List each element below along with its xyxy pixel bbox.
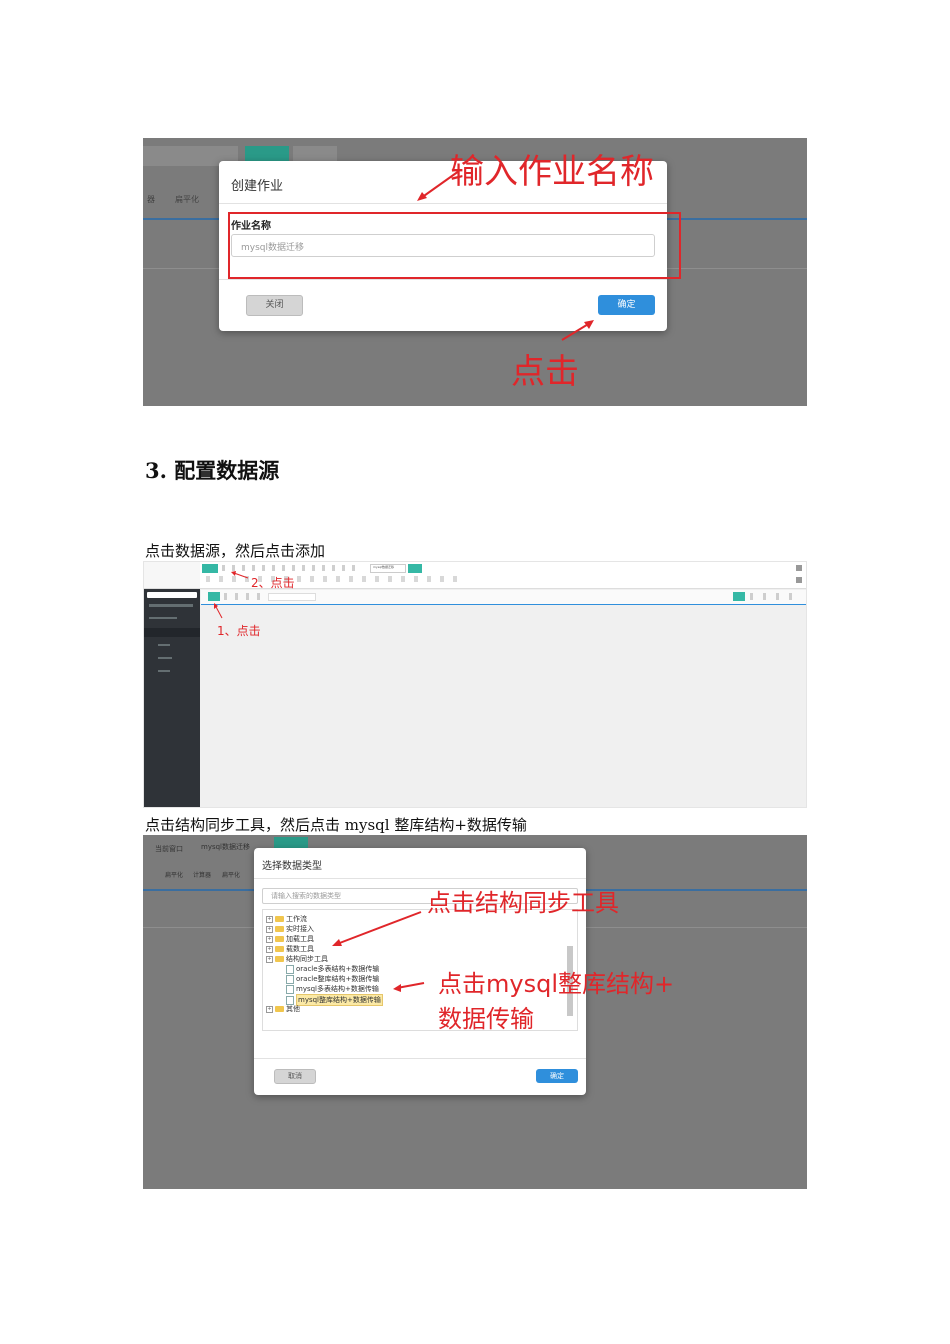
tree-item-label: mysql整库结构+数据传输 [296, 994, 383, 1006]
toolbar-tab-active[interactable] [202, 564, 218, 573]
bg-tab [293, 146, 337, 162]
folder-icon [275, 926, 284, 932]
screenshot-datasource: mysql数据迁移 1、点击 2、点击 [143, 561, 807, 808]
arrow-icon [214, 603, 223, 619]
expand-icon[interactable]: + [266, 925, 273, 933]
tree-item-label: oracle整库结构+数据传输 [296, 975, 380, 983]
annotation-click-mysql-line2: 数据传输 [438, 1005, 534, 1033]
tree-item-label: 实时接入 [286, 925, 314, 933]
tree-folder-item[interactable]: + 工作流 [266, 914, 307, 924]
expand-icon[interactable]: + [266, 935, 273, 943]
add-button[interactable] [733, 592, 745, 601]
dialog-title: 创建作业 [231, 179, 284, 194]
toolbar-icons-row [224, 593, 266, 600]
folder-icon [275, 946, 284, 952]
cancel-button[interactable]: 取消 [274, 1069, 316, 1084]
annotation-click: 点击 [511, 352, 579, 392]
tree-folder-item[interactable]: + 实时接入 [266, 924, 314, 934]
sidebar-item[interactable] [158, 644, 170, 646]
sidebar-item[interactable] [158, 657, 172, 659]
arrow-icon [332, 911, 422, 946]
dialog-footer-divider [254, 1058, 586, 1059]
tree-item-label: oracle多表结构+数据传输 [296, 965, 380, 973]
datasource-search-input[interactable] [268, 593, 316, 601]
bg-tab-label: mysql数据迁移 [201, 843, 250, 851]
bg-toolbar-label: 扁平化 [222, 872, 241, 879]
screenshot-select-type: 当前窗口 mysql数据迁移 扁平化 计算器 扁平化 选择数据类型 请输入搜索的… [143, 835, 807, 1189]
expand-icon[interactable]: + [266, 915, 273, 923]
dialog-footer-divider [219, 279, 667, 280]
sidebar [144, 589, 200, 807]
annotation-enter-job-name: 输入作业名称 [450, 152, 654, 192]
expand-icon[interactable]: + [266, 945, 273, 953]
tree-folder-item[interactable]: + 结构同步工具 [266, 954, 328, 964]
arrow-icon [561, 320, 594, 341]
document-icon [286, 984, 294, 994]
tree-item-label: 载数工具 [286, 945, 314, 953]
expand-icon[interactable]: + [266, 955, 273, 963]
confirm-button[interactable]: 确定 [598, 295, 655, 315]
job-tab-label: mysql数据迁移 [373, 565, 394, 569]
tree-item-label: 加载工具 [286, 935, 314, 943]
tree-item-label: 工作流 [286, 915, 307, 923]
annotation-click-mysql-line1: 点击mysql整库结构+ [438, 970, 675, 998]
tree-folder-item[interactable]: + 载数工具 [266, 944, 314, 954]
document-icon [286, 974, 294, 984]
tree-leaf-item[interactable]: mysql多表结构+数据传输 [286, 984, 379, 994]
bg-toolbar-label: 扁平化 [165, 872, 184, 879]
confirm-button[interactable]: 确定 [536, 1069, 578, 1083]
folder-icon [275, 916, 284, 922]
tree-item-label: 结构同步工具 [286, 955, 328, 963]
tree-folder-item[interactable]: + 其他 [266, 1004, 300, 1014]
screenshot-create-job: 器 扁平化 创建作业 作业名称 mysql数据迁移 关闭 确定 输入作业名称 点… [143, 138, 807, 406]
sidebar-item[interactable] [149, 604, 193, 607]
caption-sync-tool: 点击结构同步工具，然后点击 mysql 整库结构+数据传输 [145, 816, 527, 834]
bg-window-label: 当前窗口 [155, 845, 183, 853]
folder-icon [275, 956, 284, 962]
folder-icon [275, 936, 284, 942]
bg-tab-active [245, 146, 289, 162]
toolbar-right-icon[interactable] [796, 565, 802, 571]
sidebar-item[interactable] [158, 670, 170, 672]
dialog-header-divider [219, 203, 667, 204]
type-search-placeholder: 请输入搜索的数据类型 [271, 892, 341, 900]
sidebar-item[interactable] [149, 617, 177, 619]
job-tab[interactable]: mysql数据迁移 [370, 564, 406, 573]
bg-toolbar-label: 计算器 [193, 872, 212, 879]
expand-icon[interactable]: + [266, 1005, 273, 1013]
folder-icon [275, 1006, 284, 1012]
tree-item-label: mysql多表结构+数据传输 [296, 985, 379, 993]
annotation-step-1: 1、点击 [217, 624, 261, 638]
dialog-title: 选择数据类型 [262, 861, 322, 872]
datasource-button[interactable] [208, 592, 220, 601]
highlight-box [228, 212, 681, 279]
tree-leaf-item[interactable]: oracle多表结构+数据传输 [286, 964, 379, 974]
annotation-click-sync-tool: 点击结构同步工具 [427, 889, 619, 917]
close-button[interactable]: 关闭 [246, 295, 303, 316]
sidebar-search-input[interactable] [147, 592, 197, 598]
toolbar-tab-active[interactable] [408, 564, 422, 573]
annotation-step-2: 2、点击 [251, 576, 295, 590]
brand-area [144, 562, 200, 588]
arrow-icon [393, 982, 425, 992]
caption-datasource: 点击数据源，然后点击添加 [145, 542, 326, 560]
sidebar-item-active[interactable] [144, 628, 200, 637]
section-heading: 3. 配置数据源 [145, 458, 280, 483]
toolbar-icons-row [750, 593, 802, 600]
arrow-icon [417, 170, 460, 201]
tree-folder-item[interactable]: + 加载工具 [266, 934, 314, 944]
arrow-icon [231, 571, 249, 579]
toolbar-right-icon[interactable] [796, 577, 802, 583]
tree-leaf-item[interactable]: mysql整库结构+数据传输 [286, 994, 383, 1006]
bg-toolbar-label: 扁平化 [175, 195, 199, 204]
document-icon [286, 964, 294, 974]
dialog-header-divider [254, 878, 586, 879]
bg-toolbar-label: 器 [147, 195, 155, 204]
tree-leaf-item[interactable]: oracle整库结构+数据传输 [286, 974, 379, 984]
tree-item-label: 其他 [286, 1005, 300, 1013]
